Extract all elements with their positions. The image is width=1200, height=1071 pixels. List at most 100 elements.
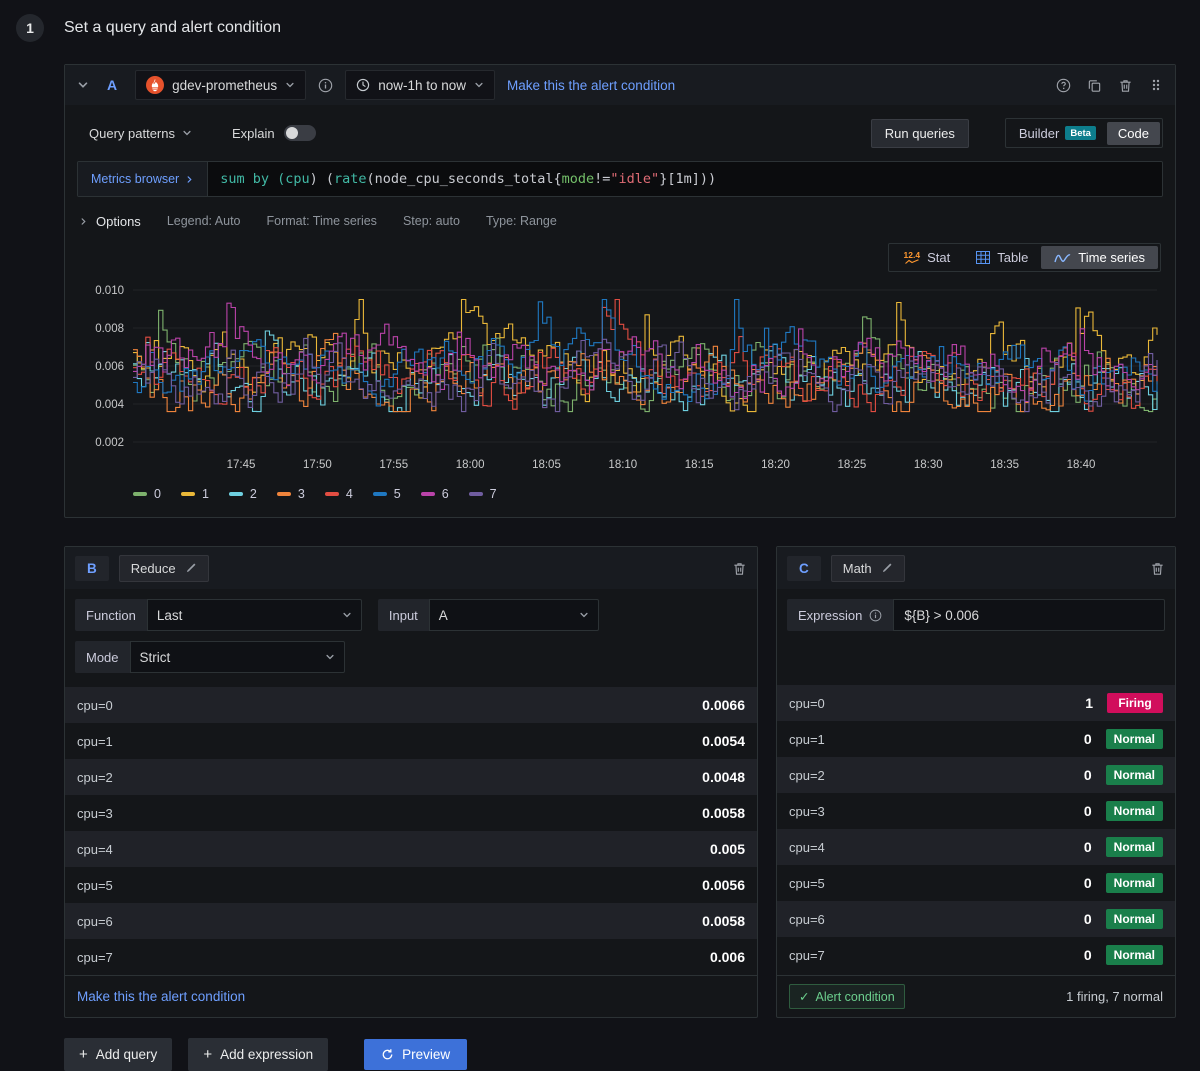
state-badge-normal: Normal: [1106, 873, 1163, 893]
svg-text:0.004: 0.004: [95, 399, 124, 411]
time-series-chart[interactable]: 0.0100.0080.0060.0040.00217:4517:5017:55…: [77, 280, 1163, 478]
input-label: Input: [378, 599, 429, 631]
function-select[interactable]: Last: [147, 599, 362, 631]
series-label: cpu=7: [77, 950, 710, 965]
preview-button[interactable]: Preview: [364, 1039, 467, 1070]
query-panel-body: Query patterns Explain Run queries Build…: [65, 105, 1175, 517]
chevron-down-icon: [474, 80, 484, 90]
explain-toggle[interactable]: [284, 125, 316, 141]
series-value: 0.005: [710, 841, 745, 857]
legend-swatch: [277, 492, 291, 496]
legend-swatch: [373, 492, 387, 496]
input-field: Input A: [378, 599, 599, 631]
series-value: 0.0058: [702, 805, 745, 821]
chevron-down-icon: [342, 610, 352, 620]
series-value: 0.0056: [702, 877, 745, 893]
legend-item-1[interactable]: 1: [181, 487, 209, 501]
legend-item-7[interactable]: 7: [469, 487, 497, 501]
svg-text:0.002: 0.002: [95, 437, 124, 449]
run-queries-button[interactable]: Run queries: [871, 119, 969, 148]
input-select[interactable]: A: [429, 599, 599, 631]
make-alert-condition-link[interactable]: Make this the alert condition: [507, 78, 675, 93]
builder-mode-option[interactable]: Builder Beta: [1008, 122, 1107, 145]
query-patterns-dropdown[interactable]: Query patterns: [89, 126, 192, 141]
make-alert-condition-link[interactable]: Make this the alert condition: [77, 989, 245, 1004]
query-token: ) (: [310, 171, 334, 187]
legend-item-5[interactable]: 5: [373, 487, 401, 501]
svg-text:17:55: 17:55: [379, 459, 408, 471]
legend-item-6[interactable]: 6: [421, 487, 449, 501]
viz-tab-time-series[interactable]: Time series: [1041, 246, 1158, 269]
timeseries-icon: [1054, 252, 1071, 264]
reduce-rename-button[interactable]: Reduce: [119, 555, 209, 582]
add-expression-button[interactable]: + Add expression: [188, 1038, 328, 1071]
svg-text:18:20: 18:20: [761, 459, 790, 471]
query-token: }[1m])): [659, 171, 716, 187]
chevron-down-icon: [285, 80, 295, 90]
datasource-picker[interactable]: gdev-prometheus: [135, 70, 306, 100]
time-range-picker[interactable]: now-1h to now: [345, 70, 495, 100]
query-token: !=: [594, 171, 610, 187]
series-value: 0.0054: [702, 733, 745, 749]
trash-icon[interactable]: [1118, 78, 1133, 93]
refresh-icon: [381, 1048, 394, 1061]
legend-item-4[interactable]: 4: [325, 487, 353, 501]
svg-text:18:15: 18:15: [685, 459, 714, 471]
result-row: cpu=20.0048: [65, 759, 757, 795]
code-mode-option[interactable]: Code: [1107, 122, 1160, 145]
datasource-name: gdev-prometheus: [172, 78, 277, 93]
expression-input[interactable]: ${B} > 0.006: [893, 599, 1165, 631]
query-panel-header: A gdev-prometheus now-1h to now: [65, 65, 1175, 105]
datasource-info-icon[interactable]: [318, 78, 333, 93]
drag-handle-icon[interactable]: [1149, 78, 1163, 92]
query-token: rate: [334, 171, 367, 187]
result-row: cpu=01Firing: [777, 685, 1175, 721]
help-icon[interactable]: [1056, 78, 1071, 93]
preview-label: Preview: [402, 1047, 450, 1062]
info-icon[interactable]: [869, 609, 882, 622]
legend-item-2[interactable]: 2: [229, 487, 257, 501]
series-label: cpu=0: [77, 698, 702, 713]
legend-item-0[interactable]: 0: [133, 487, 161, 501]
chevron-right-icon: [79, 217, 88, 226]
step-number: 1: [16, 14, 44, 42]
query-toolbar: Query patterns Explain Run queries Build…: [77, 117, 1163, 149]
mode-select[interactable]: Strict: [130, 641, 345, 673]
state-summary: 1 firing, 7 normal: [1066, 989, 1163, 1004]
code-label: Code: [1118, 126, 1149, 141]
math-panel-header: C Math: [777, 547, 1175, 589]
promql-query-input[interactable]: sum by (cpu) (rate(node_cpu_seconds_tota…: [208, 162, 1162, 196]
reduce-form: Function Last Input A: [65, 589, 757, 687]
viz-switcher: 12.4StatTableTime series: [888, 243, 1161, 272]
math-panel: C Math Expression: [776, 546, 1176, 1018]
trash-icon[interactable]: [732, 561, 747, 576]
series-value: 1: [1085, 695, 1093, 711]
math-rename-button[interactable]: Math: [831, 555, 905, 582]
duplicate-icon[interactable]: [1087, 78, 1102, 93]
result-row: cpu=70Normal: [777, 937, 1175, 973]
add-query-button[interactable]: + Add query: [64, 1038, 172, 1071]
result-row: cpu=10.0054: [65, 723, 757, 759]
function-value: Last: [157, 608, 183, 623]
alert-condition-badge: ✓ Alert condition: [789, 984, 905, 1009]
legend-label: 3: [298, 487, 305, 501]
add-expression-label: Add expression: [220, 1047, 313, 1062]
expression-label: Expression: [787, 599, 893, 631]
reduce-name: Reduce: [131, 561, 176, 576]
result-row: cpu=40.005: [65, 831, 757, 867]
series-value: 0: [1084, 731, 1092, 747]
legend-item-3[interactable]: 3: [277, 487, 305, 501]
options-expander[interactable]: Options: [79, 214, 141, 229]
collapse-chevron-icon[interactable]: [77, 79, 89, 91]
viz-tab-table[interactable]: Table: [963, 246, 1041, 269]
chevron-down-icon: [182, 128, 192, 138]
trash-icon[interactable]: [1150, 561, 1165, 576]
query-panel-a: A gdev-prometheus now-1h to now: [64, 64, 1176, 518]
query-patterns-label: Query patterns: [89, 126, 175, 141]
options-label: Options: [96, 214, 141, 229]
series-value: 0: [1084, 911, 1092, 927]
function-field: Function Last: [75, 599, 362, 631]
metrics-browser-button[interactable]: Metrics browser: [78, 162, 208, 196]
viz-tab-stat[interactable]: 12.4Stat: [891, 246, 964, 269]
series-value: 0: [1084, 839, 1092, 855]
